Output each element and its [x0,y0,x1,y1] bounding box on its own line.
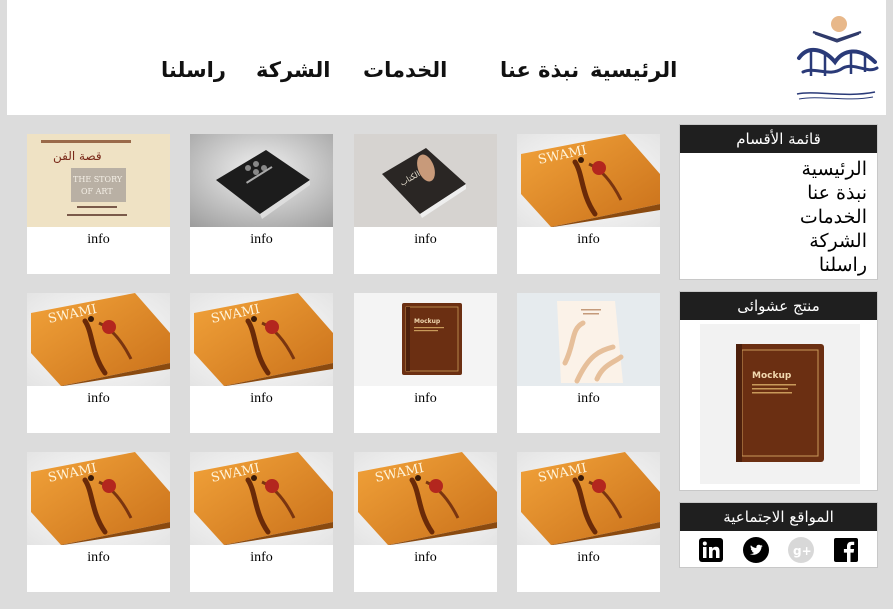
product-card[interactable]: info [517,293,660,433]
product-image-swami[interactable] [190,293,333,386]
menu-item-about[interactable]: نبذة عنا [690,181,867,205]
product-info-link[interactable]: info [27,391,170,407]
product-image-swami[interactable] [517,452,660,545]
product-info-link[interactable]: info [517,391,660,407]
product-card[interactable]: info [517,134,660,274]
product-image-swami[interactable] [27,293,170,386]
svg-text:Mockup: Mockup [752,371,792,381]
product-image-swami[interactable] [190,452,333,545]
product-image-brown-mockup[interactable] [354,293,497,386]
menu-item-contact[interactable]: راسلنا [690,253,867,277]
product-image-swami[interactable] [27,452,170,545]
product-card[interactable]: info [354,293,497,433]
product-image-swami[interactable] [517,134,660,227]
svg-text:قصة الفن: قصة الفن [53,149,102,164]
categories-panel: قائمة الأقسام الرئيسية نبذة عنا الخدمات … [679,124,878,280]
menu-item-services[interactable]: الخدمات [690,205,867,229]
product-image-black-book[interactable] [190,134,333,227]
product-image-swami[interactable] [354,452,497,545]
svg-text:g+: g+ [793,544,812,558]
product-card[interactable]: قصة الفن THE STORY OF ART info [27,134,170,274]
product-image-floral-book[interactable] [517,293,660,386]
facebook-icon[interactable] [833,537,859,563]
categories-list: الرئيسية نبذة عنا الخدمات الشركة راسلنا [680,153,877,277]
product-card[interactable]: info [190,293,333,433]
svg-text:OF ART: OF ART [81,187,113,196]
categories-title: قائمة الأقسام [680,125,877,153]
product-image-dark-book[interactable]: الكتاب [354,134,497,227]
product-card[interactable]: info [354,452,497,592]
product-info-link[interactable]: info [190,232,333,248]
random-product-panel: منتج عشوائى Mockup [679,291,878,491]
nav-company[interactable]: الشركة [256,58,330,82]
nav-contact[interactable]: راسلنا [161,58,226,82]
product-info-link[interactable]: info [27,550,170,566]
product-info-link[interactable]: info [27,232,170,248]
site-header: الرئيسية نبذة عنا الخدمات الشركة راسلنا [7,0,886,115]
menu-item-home[interactable]: الرئيسية [690,157,867,181]
product-card[interactable]: info [27,452,170,592]
nav-home[interactable]: الرئيسية [590,58,677,82]
product-card[interactable]: info [190,134,333,274]
random-product-title: منتج عشوائى [680,292,877,320]
product-info-link[interactable]: info [190,550,333,566]
social-panel: المواقع الاجتماعية g+ [679,502,878,568]
product-card[interactable]: info [517,452,660,592]
svg-text:THE STORY: THE STORY [73,175,123,184]
social-title: المواقع الاجتماعية [680,503,877,531]
product-info-link[interactable]: info [517,232,660,248]
publisher-logo-icon[interactable] [785,6,885,104]
twitter-icon[interactable] [742,537,769,563]
product-info-link[interactable]: info [190,391,333,407]
product-info-link[interactable]: info [354,391,497,407]
social-icons: g+ [680,531,877,569]
product-info-link[interactable]: info [354,232,497,248]
menu-item-company[interactable]: الشركة [690,229,867,253]
product-info-link[interactable]: info [517,550,660,566]
random-product-image[interactable]: Mockup [700,324,860,484]
product-info-link[interactable]: info [354,550,497,566]
nav-about[interactable]: نبذة عنا [500,58,579,82]
product-image-arabic-book[interactable]: قصة الفن THE STORY OF ART [27,134,170,227]
product-card[interactable]: info [190,452,333,592]
linkedin-icon[interactable] [698,537,724,563]
nav-services[interactable]: الخدمات [363,58,447,82]
product-card[interactable]: الكتاب info [354,134,497,274]
google-plus-icon[interactable]: g+ [788,537,815,563]
product-card[interactable]: info [27,293,170,433]
